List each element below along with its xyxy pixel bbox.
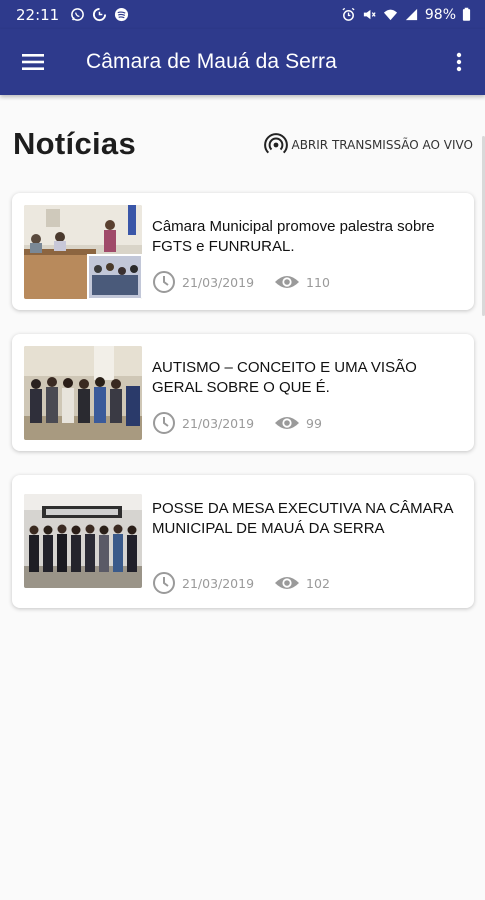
news-thumbnail [24,494,142,588]
news-card-body: POSSE DA MESA EXECUTIVA NA CÂMARA MUNICI… [152,499,464,539]
news-thumbnail [24,346,142,440]
clock-icon [153,572,175,594]
news-thumbnail [24,205,142,299]
battery-icon [462,7,471,21]
signal-icon [405,8,417,21]
news-meta: 21/03/2019 99 [152,411,322,435]
news-date-group: 21/03/2019 [152,411,254,435]
menu-button[interactable] [0,29,66,95]
spotify-icon [115,7,129,22]
whatsapp-icon [71,8,85,21]
page-header: Notícias ABRIR TRANSMISSÃO AO VIVO [13,122,473,166]
news-views-group: 102 [274,574,330,592]
open-live-broadcast-button[interactable]: ABRIR TRANSMISSÃO AO VIVO [264,131,473,157]
app-title: Câmara de Mauá da Serra [86,50,337,73]
news-card-body: AUTISMO – CONCEITO E UMA VISÃO GERAL SOB… [152,358,464,398]
clock-icon [153,412,175,434]
news-date-group: 21/03/2019 [152,270,254,294]
eye-icon [275,276,300,288]
status-bar: 22:11 98% [0,0,485,29]
news-card[interactable]: POSSE DA MESA EXECUTIVA NA CÂMARA MUNICI… [12,475,474,608]
wifi-icon [383,9,397,21]
broadcast-icon [264,133,289,154]
news-meta: 21/03/2019 102 [152,571,330,595]
news-views-group: 99 [274,414,322,432]
news-photo-inauguration [24,494,142,588]
news-title: POSSE DA MESA EXECUTIVA NA CÂMARA MUNICI… [152,500,453,537]
hamburger-menu-icon [22,54,44,70]
more-vertical-icon [456,52,462,72]
news-views: 99 [306,415,322,431]
news-date: 21/03/2019 [182,274,255,290]
battery-percent: 98% [424,6,456,23]
data-saver-icon [93,7,107,22]
news-card[interactable]: AUTISMO – CONCEITO E UMA VISÃO GERAL SOB… [12,334,474,451]
app-bar: Câmara de Mauá da Serra [0,29,485,95]
news-title: Câmara Municipal promove palestra sobre … [152,218,435,255]
news-date: 21/03/2019 [182,415,255,431]
page-title: Notícias [13,126,136,161]
news-photo-group [24,346,142,440]
news-card[interactable]: Câmara Municipal promove palestra sobre … [12,193,474,310]
status-left: 22:11 [16,6,129,24]
news-date: 21/03/2019 [182,575,255,591]
news-views: 110 [306,274,330,290]
eye-icon [275,577,300,589]
overflow-menu-button[interactable] [433,29,485,95]
live-button-label: ABRIR TRANSMISSÃO AO VIVO [291,138,473,152]
clock-icon [153,271,175,293]
status-right: 98% [341,7,471,23]
news-card-body: Câmara Municipal promove palestra sobre … [152,217,464,257]
mute-icon [363,9,376,20]
news-views-group: 110 [274,273,330,291]
news-title: AUTISMO – CONCEITO E UMA VISÃO GERAL SOB… [152,359,417,396]
status-time: 22:11 [16,5,60,24]
alarm-icon [342,7,355,21]
news-photo-meeting [24,205,142,299]
news-views: 102 [306,575,330,591]
eye-icon [275,417,300,429]
news-meta: 21/03/2019 110 [152,270,330,294]
news-date-group: 21/03/2019 [152,571,254,595]
